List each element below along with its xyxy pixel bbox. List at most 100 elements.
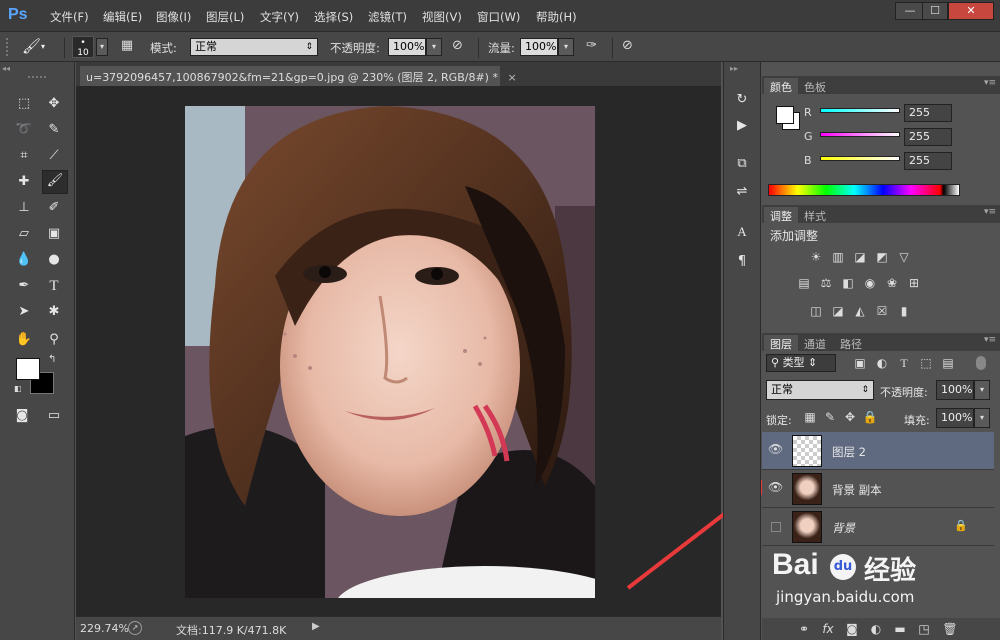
tab-channels[interactable]: 通道 <box>798 335 832 351</box>
channel-r-input[interactable]: 255 <box>904 104 952 122</box>
history-brush-tool-icon[interactable]: ✐ <box>44 198 64 218</box>
new-adjustment-icon[interactable]: ◐ <box>868 622 884 636</box>
crop-tool-icon[interactable]: ⌗ <box>14 146 34 166</box>
screen-mode-icon[interactable]: ▭ <box>44 406 64 426</box>
layer-name[interactable]: 图层 2 <box>832 444 866 460</box>
tab-paths[interactable]: 路径 <box>834 335 868 351</box>
exposure-icon[interactable]: ◩ <box>874 250 890 264</box>
tab-swatches[interactable]: 色板 <box>798 78 832 94</box>
threshold-icon[interactable]: ◭ <box>852 304 868 318</box>
opacity-input[interactable]: 100% <box>388 38 426 56</box>
tab-styles[interactable]: 样式 <box>798 207 832 223</box>
lock-pixels-icon[interactable]: ✎ <box>822 410 838 424</box>
document-tab[interactable]: u=3792096457,100867902&fm=21&gp=0.jpg @ … <box>80 66 517 86</box>
brush-panel-icon[interactable]: ▦ <box>116 38 138 56</box>
close-button[interactable]: ✕ <box>948 2 994 20</box>
shape-tool-icon[interactable]: ✱ <box>44 302 64 322</box>
eraser-tool-icon[interactable]: ▱ <box>14 224 34 244</box>
menu-select[interactable]: 选择(S) <box>314 9 353 25</box>
blend-mode-select[interactable]: 正常 ⇕ <box>766 380 874 400</box>
gradient-map-icon[interactable]: ▮ <box>896 304 912 318</box>
quick-mask-icon[interactable]: ◙ <box>12 406 32 426</box>
new-layer-icon[interactable]: ◳ <box>916 622 932 636</box>
move-tool-icon[interactable]: ✥ <box>44 94 64 114</box>
maximize-button[interactable]: ☐ <box>922 2 948 20</box>
status-menu-arrow-icon[interactable]: ▶ <box>312 621 320 632</box>
brush-settings-icon[interactable]: ⇌ <box>732 182 752 202</box>
fill-input[interactable]: 100% <box>936 408 974 428</box>
vibrance-icon[interactable]: ▽ <box>896 250 912 264</box>
lasso-tool-icon[interactable]: ➰ <box>14 120 34 140</box>
visibility-eye-icon[interactable]: 👁 <box>768 480 784 496</box>
delete-layer-icon[interactable]: 🗑 <box>942 622 958 636</box>
tab-color[interactable]: 颜色 <box>764 78 798 94</box>
filter-toggle[interactable] <box>976 356 986 370</box>
brightness-icon[interactable]: ☀ <box>808 250 824 264</box>
brush-tool-preset-icon[interactable]: 🖌▾ <box>22 37 62 57</box>
photo-filter-icon[interactable]: ◉ <box>862 276 878 290</box>
menu-image[interactable]: 图像(I) <box>156 9 191 25</box>
menu-type[interactable]: 文字(Y) <box>260 9 299 25</box>
channel-g-input[interactable]: 255 <box>904 128 952 146</box>
swap-colors-icon[interactable]: ↰ <box>48 354 60 366</box>
menu-file[interactable]: 文件(F) <box>50 9 89 25</box>
layer-style-icon[interactable]: fx <box>820 622 836 636</box>
hand-tool-icon[interactable]: ✋ <box>14 330 34 350</box>
brush-size-dropdown[interactable]: ▾ <box>96 38 108 56</box>
quick-select-tool-icon[interactable]: ✎ <box>44 120 64 140</box>
brush-presets-icon[interactable]: ⧉ <box>732 154 752 174</box>
menu-view[interactable]: 视图(V) <box>422 9 462 25</box>
channel-b-input[interactable]: 255 <box>904 152 952 170</box>
document-close-icon[interactable]: × <box>507 71 516 84</box>
invert-icon[interactable]: ◫ <box>808 304 824 318</box>
color-spectrum-bar[interactable] <box>768 184 960 196</box>
lock-position-icon[interactable]: ✥ <box>842 410 858 424</box>
flow-input[interactable]: 100% <box>520 38 558 56</box>
layer-name[interactable]: 背景 副本 <box>832 482 882 498</box>
zoom-tool-icon[interactable]: ⚲ <box>44 330 64 350</box>
pen-tool-icon[interactable]: ✒ <box>14 276 34 296</box>
panel-menu-icon[interactable]: ▾≡ <box>984 207 996 217</box>
gradient-tool-icon[interactable]: ▣ <box>44 224 64 244</box>
visibility-eye-icon[interactable]: 👁 <box>768 442 784 458</box>
fill-dropdown[interactable]: ▾ <box>974 408 990 428</box>
share-icon[interactable]: ↗ <box>128 621 142 635</box>
flow-dropdown[interactable]: ▾ <box>558 38 574 56</box>
airbrush-icon[interactable]: ✑ <box>586 38 606 56</box>
fg-color-swatch[interactable] <box>776 106 794 124</box>
menu-help[interactable]: 帮助(H) <box>536 9 577 25</box>
collapse-arrows-icon[interactable]: ◂◂ <box>2 64 72 74</box>
brush-tool-icon[interactable]: 🖌 <box>42 170 68 194</box>
panel-menu-icon[interactable]: ▾≡ <box>984 335 996 345</box>
curves-icon[interactable]: ◪ <box>852 250 868 264</box>
paragraph-icon[interactable]: ¶ <box>732 252 752 272</box>
selective-color-icon[interactable]: ☒ <box>874 304 890 318</box>
healing-brush-tool-icon[interactable]: ✚ <box>14 172 34 192</box>
layer-filter-select[interactable]: ⚲ 类型 ⇕ <box>766 354 836 372</box>
actions-icon[interactable]: ▶ <box>732 116 752 136</box>
levels-icon[interactable]: ▥ <box>830 250 846 264</box>
filter-adjust-icon[interactable]: ◐ <box>874 356 890 370</box>
expand-arrows-icon[interactable]: ▸▸ <box>730 64 738 73</box>
layer-row[interactable]: 👁 背景 副本 <box>762 470 994 508</box>
pressure-size-icon[interactable]: ⊘ <box>622 38 642 56</box>
black-white-icon[interactable]: ◧ <box>840 276 856 290</box>
mode-select[interactable]: 正常 ⇕ <box>190 38 318 56</box>
visibility-toggle-empty[interactable] <box>771 522 781 532</box>
tab-layers[interactable]: 图层 <box>764 335 798 351</box>
default-colors-icon[interactable]: ◧ <box>14 384 24 394</box>
link-layers-icon[interactable]: ⚭ <box>796 622 812 636</box>
clone-stamp-tool-icon[interactable]: ⊥ <box>14 198 34 218</box>
tab-adjustments[interactable]: 调整 <box>764 207 798 223</box>
layer-opacity-dropdown[interactable]: ▾ <box>974 380 990 400</box>
panel-menu-icon[interactable]: ▾≡ <box>984 78 996 88</box>
menu-filter[interactable]: 滤镜(T) <box>368 9 407 25</box>
menu-layer[interactable]: 图层(L) <box>206 9 244 25</box>
channel-g-slider[interactable] <box>820 132 900 137</box>
marquee-tool-icon[interactable]: ⬚ <box>14 94 34 114</box>
layer-row[interactable]: 👁 图层 2 <box>762 432 994 470</box>
channel-mixer-icon[interactable]: ❀ <box>884 276 900 290</box>
channel-r-slider[interactable] <box>820 108 900 113</box>
color-lookup-icon[interactable]: ⊞ <box>906 276 922 290</box>
menu-edit[interactable]: 编辑(E) <box>103 9 142 25</box>
